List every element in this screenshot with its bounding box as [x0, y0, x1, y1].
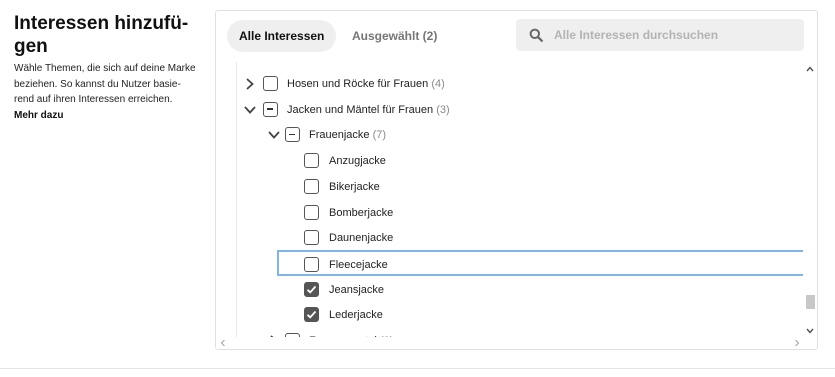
tree-row[interactable]: Jacken und Mäntel für Frauen (3): [237, 97, 804, 123]
checkbox[interactable]: [304, 230, 319, 246]
checkbox[interactable]: [263, 76, 278, 91]
tree-row[interactable]: Fleecejacke: [277, 249, 817, 278]
scroll-right-arrow-icon[interactable]: [793, 339, 801, 347]
tree-row[interactable]: Daunenjacke: [237, 225, 804, 251]
search-input[interactable]: [554, 19, 794, 51]
description-line: beziehen. So kannst du Nutzer basie-: [14, 78, 181, 90]
tree-row[interactable]: Bikerjacke: [237, 174, 804, 200]
interest-picker: Alle Interessen Ausgewählt (2) Hosen und…: [215, 10, 818, 350]
interest-name: Bomberjacke: [329, 206, 394, 219]
interest-tree[interactable]: Hosen und Röcke für Frauen (4) Jacken und…: [236, 62, 817, 339]
check-icon: [306, 311, 317, 319]
tree-row[interactable]: Lederjacke: [237, 302, 804, 328]
learn-more-link[interactable]: Mehr dazu: [14, 108, 206, 123]
tree-row-label: Hosen und Röcke für Frauen (4): [287, 71, 445, 97]
checkbox[interactable]: [285, 127, 300, 143]
interest-name: Hosen und Röcke für Frauen: [287, 78, 429, 90]
interest-name: Jeansjacke: [329, 283, 385, 296]
checkbox[interactable]: [304, 153, 319, 169]
tree-row-label: Bikerjacke: [329, 174, 380, 200]
tab-selected[interactable]: Ausgewählt (2): [340, 20, 449, 52]
interest-count: (7): [372, 129, 387, 142]
interest-name: Frauenjacke: [309, 129, 370, 142]
tree-row[interactable]: Bomberjacke: [237, 200, 804, 226]
scroll-up-arrow-icon[interactable]: [806, 65, 814, 73]
chevron-down-icon[interactable]: [243, 103, 257, 117]
tree-row-label: Frauenjacke (7): [309, 122, 386, 148]
scroll-left-arrow-icon[interactable]: [219, 339, 227, 347]
interest-name: Daunenjacke: [329, 232, 394, 245]
interest-count: (3): [436, 103, 450, 116]
tree-row-label: Jacken und Mäntel für Frauen (3): [287, 97, 450, 123]
tree-row-label: Anzugjacke: [329, 148, 386, 174]
scroll-down-arrow-icon[interactable]: [806, 327, 814, 335]
chevron-right-icon[interactable]: [243, 77, 257, 91]
page-title: Interessen hinzufü- gen: [14, 12, 206, 58]
checkbox[interactable]: [304, 307, 319, 323]
checkbox[interactable]: [304, 178, 319, 194]
tree-row-label: Bomberjacke: [329, 200, 393, 226]
info-column: Interessen hinzufü- gen Wähle Themen, di…: [14, 12, 206, 123]
tree-row-label: Daunenjacke: [329, 225, 393, 251]
tree-row[interactable]: Frauenjacke (7): [237, 122, 804, 148]
tree-row-label: Lederjacke: [329, 302, 383, 328]
search-icon: [529, 28, 543, 42]
checkbox[interactable]: [263, 101, 278, 117]
horizontal-scrollbar[interactable]: [216, 337, 817, 349]
checkbox[interactable]: [304, 281, 319, 297]
scrollbar-thumb[interactable]: [806, 295, 815, 309]
interest-name: Fleecejacke: [329, 258, 388, 271]
picker-header: Alle Interessen Ausgewählt (2): [216, 11, 817, 61]
tree-row[interactable]: Anzugjacke: [237, 148, 804, 174]
interest-count: (4): [431, 78, 445, 90]
title-line-1: Interessen hinzufü-: [14, 13, 189, 34]
interest-name: Jacken und Mäntel für Frauen: [287, 103, 434, 116]
vertical-scrollbar[interactable]: [803, 62, 817, 339]
footer-divider: [0, 368, 835, 369]
description: Wähle Themen, die sich auf deine Marke b…: [14, 61, 206, 108]
tree-row-label: Jeansjacke: [329, 277, 384, 303]
interest-name: Lederjacke: [329, 309, 383, 322]
tree-row-label: Fleecejacke: [329, 252, 388, 278]
checkbox[interactable]: [304, 256, 319, 272]
title-line-2: gen: [14, 36, 48, 57]
tree-row[interactable]: Jeansjacke: [237, 277, 804, 303]
interest-name: Bikerjacke: [329, 180, 380, 193]
interest-name: Anzugjacke: [329, 155, 386, 168]
checkbox[interactable]: [304, 204, 319, 220]
chevron-down-icon[interactable]: [267, 128, 281, 142]
tree-row[interactable]: Hosen und Röcke für Frauen (4): [237, 71, 804, 97]
check-icon: [306, 285, 317, 294]
tab-all-interests[interactable]: Alle Interessen: [227, 20, 337, 52]
description-line: Wähle Themen, die sich auf deine Marke: [14, 63, 196, 74]
search-box[interactable]: [516, 19, 804, 51]
description-line: rend auf ihren Interessen erreichen.: [14, 94, 173, 105]
